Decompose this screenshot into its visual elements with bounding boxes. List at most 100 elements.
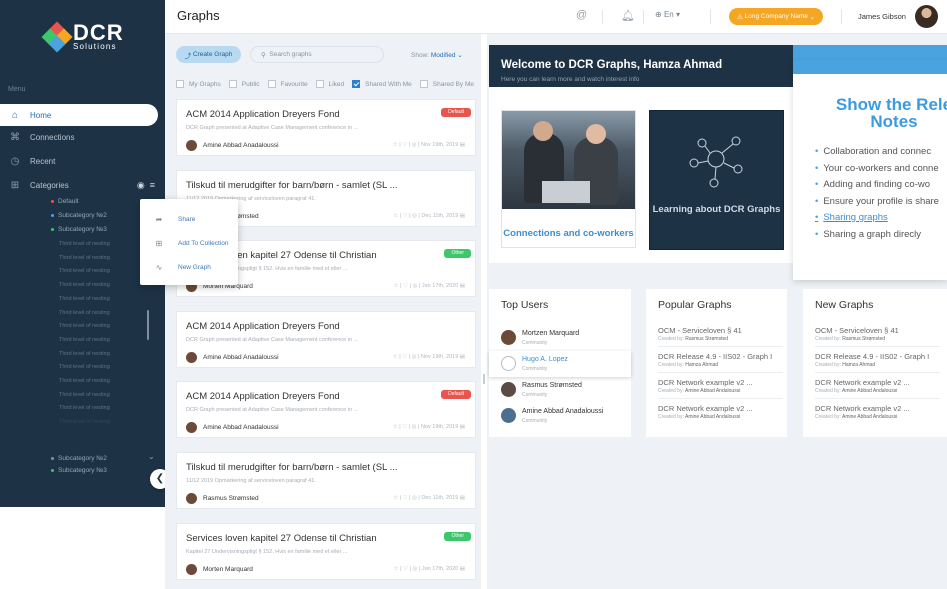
- graph-list-item[interactable]: DCR Network example v2 ... Created by: Am…: [658, 378, 783, 399]
- graph-name[interactable]: DCR Network example v2 ...: [658, 404, 753, 413]
- like-icon[interactable]: ♡: [403, 566, 408, 572]
- graph-list-item[interactable]: DCR Network example v2 ... Created by: Am…: [815, 378, 940, 399]
- third-level-item[interactable]: Third level of nesting: [59, 351, 110, 357]
- like-icon[interactable]: ♡: [402, 354, 407, 360]
- sidebar-item-categories[interactable]: ⊞ Categories ◉ ≡: [0, 174, 165, 196]
- checkbox[interactable]: [419, 80, 428, 88]
- star-icon[interactable]: ☆: [393, 495, 398, 501]
- filter-shared-with-me[interactable]: Shared With Me: [352, 80, 412, 88]
- graph-author[interactable]: Rasmus Strømsted: [186, 493, 259, 504]
- third-level-item[interactable]: Third level of nesting: [59, 310, 110, 316]
- eye-icon[interactable]: ◎: [412, 213, 417, 219]
- third-level-item[interactable]: Third level of nesting: [59, 255, 110, 261]
- top-user-item[interactable]: Rasmus Strømsted Community: [489, 377, 631, 403]
- third-level-item[interactable]: Third level of nesting: [59, 419, 110, 425]
- graph-title[interactable]: ACM 2014 Application Dreyers Fond: [186, 391, 340, 402]
- graph-list-item[interactable]: OCM - Serviceloven § 41 Created by: Rasmu…: [815, 326, 940, 347]
- graph-card[interactable]: Tilskud til merudgifter for barn/børn - …: [176, 452, 476, 509]
- like-icon[interactable]: ♡: [403, 495, 408, 501]
- graph-list-item[interactable]: OCM - Serviceloven § 41 Created by: Rasmu…: [658, 326, 783, 347]
- subcategory-item[interactable]: Subcategory №2: [51, 212, 107, 219]
- at-icon[interactable]: @: [576, 9, 587, 21]
- top-user-item[interactable]: Hugo A. Lopez Community: [489, 351, 631, 377]
- like-icon[interactable]: ♡: [402, 424, 407, 430]
- graph-list-item[interactable]: DCR Network example v2 ... Created by: Am…: [658, 404, 753, 420]
- menu-item-add-to-collection[interactable]: ⊞ Add To Collection: [140, 233, 238, 253]
- eye-icon[interactable]: ◎: [412, 354, 417, 360]
- like-icon[interactable]: ♡: [402, 142, 407, 148]
- graph-name[interactable]: OCM - Serviceloven § 41: [815, 326, 899, 335]
- subcategory-item[interactable]: Default: [51, 198, 79, 205]
- company-selector[interactable]: ⚠ Long Company Name ⌄: [729, 8, 824, 25]
- eye-icon[interactable]: ◎: [412, 424, 417, 430]
- graph-list-item[interactable]: DCR Release 4.9 - IIS02 - Graph I Created…: [658, 352, 783, 373]
- graph-author[interactable]: Amine Abbad Anadaloussi: [186, 140, 279, 151]
- eye-icon[interactable]: ◎: [412, 495, 417, 501]
- graph-author[interactable]: Amine Abbad Anadaloussi: [186, 352, 279, 363]
- top-user-item[interactable]: Mortzen Marquard Community: [489, 325, 631, 351]
- checkbox[interactable]: [228, 80, 237, 88]
- filter-liked[interactable]: Liked: [315, 80, 344, 88]
- graph-name[interactable]: DCR Network example v2 ...: [658, 378, 753, 387]
- filter-public[interactable]: Public: [228, 80, 260, 88]
- graph-name[interactable]: DCR Release 4.9 - IIS02 - Graph I: [658, 352, 772, 361]
- logo[interactable]: DCR Solutions: [41, 21, 124, 52]
- create-graph-button[interactable]: ⤴ Create Graph: [176, 46, 241, 63]
- eye-icon[interactable]: ◎: [413, 566, 418, 572]
- like-icon[interactable]: ♡: [403, 283, 408, 289]
- filter-favourite[interactable]: Favourite: [267, 80, 308, 88]
- star-icon[interactable]: ☆: [393, 424, 398, 430]
- graph-title[interactable]: Services loven kapitel 27 Odense til Chr…: [186, 533, 377, 544]
- avatar[interactable]: [915, 5, 938, 28]
- graph-name[interactable]: DCR Network example v2 ...: [815, 378, 910, 387]
- filter-shared-by-me[interactable]: Shared By Me: [419, 80, 474, 88]
- graph-name[interactable]: DCR Release 4.9 - IIS02 - Graph I: [815, 352, 929, 361]
- filter-my-graphs[interactable]: My Graphs: [176, 80, 221, 88]
- learning-tile[interactable]: Learning about DCR Graphs: [649, 110, 784, 250]
- sharing-graphs-link[interactable]: Sharing graphs: [815, 210, 939, 227]
- sidebar-item-home[interactable]: ⌂ Home: [0, 104, 158, 126]
- graph-title[interactable]: Tilskud til merudgifter for barn/børn - …: [186, 180, 398, 191]
- sort-dropdown[interactable]: Show: Modified ⌄: [411, 51, 463, 59]
- graph-card[interactable]: ACM 2014 Application Dreyers Fond DCR Gra…: [176, 311, 476, 368]
- checkbox[interactable]: [267, 80, 276, 88]
- star-icon[interactable]: ☆: [393, 142, 398, 148]
- graph-author[interactable]: Amine Abbad Anadaloussi: [186, 422, 279, 433]
- checkbox[interactable]: [315, 80, 324, 88]
- star-icon[interactable]: ☆: [394, 283, 399, 289]
- third-level-item[interactable]: Third level of nesting: [59, 378, 110, 384]
- eye-icon[interactable]: ◎: [412, 142, 417, 148]
- sidebar-item-recent[interactable]: ◷ Recent: [0, 150, 165, 172]
- third-level-item[interactable]: Third level of nesting: [59, 337, 110, 343]
- top-user-item[interactable]: Amine Abbad Anadaloussi Community: [489, 403, 631, 429]
- graph-name[interactable]: DCR Network example v2 ...: [815, 404, 910, 413]
- graph-list-item[interactable]: DCR Release 4.9 - IIS02 - Graph I Created…: [815, 352, 940, 373]
- splitter-handle[interactable]: [483, 374, 485, 384]
- graph-card[interactable]: Services loven kapitel 27 Odense til Chr…: [176, 523, 476, 580]
- third-level-item[interactable]: Third level of nesting: [59, 241, 110, 247]
- eye-icon[interactable]: ◉: [137, 180, 145, 190]
- graph-list-item[interactable]: DCR Network example v2 ... Created by: Am…: [815, 404, 910, 420]
- third-level-item[interactable]: Third level of nesting: [59, 392, 110, 398]
- graph-card[interactable]: ACM 2014 Application Dreyers Fond DCR Gra…: [176, 99, 476, 156]
- third-level-item[interactable]: Third level of nesting: [59, 296, 110, 302]
- third-level-item[interactable]: Third level of nesting: [59, 282, 110, 288]
- eye-icon[interactable]: ◎: [413, 283, 418, 289]
- bell-icon[interactable]: 🔔︎: [621, 9, 635, 22]
- third-level-item[interactable]: Third level of nesting: [59, 323, 110, 329]
- sidebar-scrollbar[interactable]: [147, 310, 149, 340]
- third-level-item[interactable]: Third level of nesting: [59, 268, 110, 274]
- graph-title[interactable]: ACM 2014 Application Dreyers Fond: [186, 321, 340, 332]
- menu-item-share[interactable]: ➦ Share: [140, 209, 238, 229]
- graph-title[interactable]: Tilskud til merudgifter for barn/børn - …: [186, 462, 398, 473]
- graph-author[interactable]: Morten Marquard: [186, 564, 253, 575]
- search-input[interactable]: ⚲ Search graphs: [250, 46, 384, 63]
- language-selector[interactable]: ⊕ En ▾: [655, 10, 680, 19]
- third-level-item[interactable]: Third level of nesting: [59, 364, 110, 370]
- sidebar-item-connections[interactable]: ⌘ Connections: [0, 126, 165, 148]
- chevron-down-icon[interactable]: ⌄: [148, 452, 155, 461]
- like-icon[interactable]: ♡: [403, 213, 408, 219]
- graph-card[interactable]: ACM 2014 Application Dreyers Fond DCR Gra…: [176, 381, 476, 438]
- user-name[interactable]: James Gibson: [858, 12, 906, 21]
- star-icon[interactable]: ☆: [393, 213, 398, 219]
